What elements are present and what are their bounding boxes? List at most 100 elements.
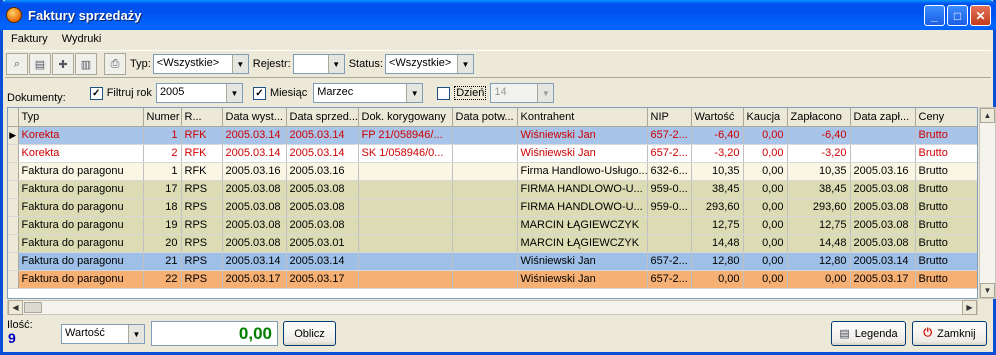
add-document-icon[interactable]: ✚ <box>52 53 74 75</box>
edit-document-icon[interactable]: ▤ <box>29 53 51 75</box>
column-header[interactable]: NIP <box>647 108 692 127</box>
dzien-checkbox[interactable] <box>437 86 451 100</box>
zamknij-button[interactable]: ⏻ Zamknij <box>912 321 987 346</box>
column-header[interactable]: R... <box>181 108 223 127</box>
minimize-button[interactable]: _ <box>924 5 945 26</box>
table-cell: 0,00 <box>743 198 788 217</box>
preview-icon[interactable]: ⌕ <box>6 53 28 75</box>
scroll-down-icon[interactable]: ▼ <box>980 283 995 298</box>
table-cell <box>452 252 518 271</box>
table-row[interactable]: Faktura do paragonu 1 RFK 2005.03.16 2005.03… <box>8 162 977 181</box>
row-indicator-header <box>8 108 19 127</box>
table-cell: Faktura do paragonu <box>18 234 144 253</box>
column-header[interactable]: Typ <box>18 108 144 127</box>
power-icon: ⏻ <box>923 327 933 339</box>
table-cell: 2005.03.08 <box>286 216 359 235</box>
filtruj-rok-checkbox[interactable]: ✓ <box>89 86 103 100</box>
table-cell <box>647 234 692 253</box>
scroll-right-icon[interactable]: ▶ <box>962 300 977 315</box>
table-cell <box>452 162 518 181</box>
rejestr-select[interactable]: ▼ <box>292 54 345 74</box>
column-header[interactable]: Numer <box>143 108 182 127</box>
row-indicator <box>8 252 19 271</box>
table-cell: 2005.03.14 <box>286 144 359 163</box>
table-cell <box>452 270 518 289</box>
table-cell: Wiśniewski Jan <box>517 144 648 163</box>
chevron-down-icon: ▼ <box>456 55 473 73</box>
table-cell: RFK <box>181 162 223 181</box>
table-cell <box>452 216 518 235</box>
menu-wydruki[interactable]: Wydruki <box>59 32 105 46</box>
table-cell: 2005.03.16 <box>850 162 916 181</box>
chevron-down-icon: ▼ <box>406 84 423 102</box>
table-cell: 38,45 <box>691 180 744 199</box>
rok-select[interactable]: 2005 ▼ <box>155 83 243 103</box>
table-cell: Brutto <box>915 216 977 235</box>
table-cell: Brutto <box>915 126 977 145</box>
table-cell <box>358 270 453 289</box>
column-header[interactable]: Data wyst... <box>222 108 287 127</box>
miesiac-checkbox[interactable]: ✓ <box>252 86 266 100</box>
scroll-thumb[interactable] <box>24 302 42 313</box>
maximize-button[interactable]: □ <box>947 5 968 26</box>
table-row[interactable]: Faktura do paragonu 22 RPS 2005.03.17 2005.0… <box>8 270 977 289</box>
column-header[interactable]: Data sprzed... <box>286 108 359 127</box>
column-header[interactable]: Data potw... <box>452 108 518 127</box>
status-select[interactable]: <Wszystkie> ▼ <box>384 54 474 74</box>
scroll-left-icon[interactable]: ◀ <box>8 300 23 315</box>
invoices-grid[interactable]: Typ Numer R... Data wyst... Data sprzed... Do… <box>7 107 978 299</box>
table-cell <box>850 126 916 145</box>
sum-value: 0,00 <box>151 321 278 346</box>
column-header[interactable]: Data zapł... <box>850 108 916 127</box>
table-cell: 19 <box>143 216 182 235</box>
printer-icon[interactable]: ⎙ <box>104 53 126 75</box>
table-row[interactable]: Faktura do paragonu 20 RPS 2005.03.08 2005.0… <box>8 234 977 253</box>
column-header[interactable]: Ceny <box>915 108 977 127</box>
table-cell: -6,40 <box>787 126 851 145</box>
dzien-select[interactable]: 14 ▼ <box>490 83 555 103</box>
row-indicator <box>8 162 19 181</box>
status-label: Status: <box>348 58 383 70</box>
table-row[interactable]: Korekta 2 RFK 2005.03.14 2005.03.14 SK 1/0589… <box>8 144 977 163</box>
table-row[interactable]: Faktura do paragonu 19 RPS 2005.03.08 2005.0… <box>8 216 977 235</box>
table-cell <box>358 252 453 271</box>
table-cell: 2005.03.08 <box>222 234 287 253</box>
horizontal-scrollbar[interactable]: ◀ ▶ <box>7 300 978 315</box>
scroll-up-icon[interactable]: ▲ <box>980 108 995 123</box>
table-cell: RPS <box>181 198 223 217</box>
column-header[interactable]: Kontrahent <box>517 108 648 127</box>
row-indicator <box>8 270 19 289</box>
table-cell: 0,00 <box>743 252 788 271</box>
legenda-button[interactable]: ▤ Legenda <box>831 321 906 346</box>
column-header[interactable]: Wartość <box>691 108 744 127</box>
table-row[interactable]: Faktura do paragonu 18 RPS 2005.03.08 2005.0… <box>8 198 977 217</box>
typ-select[interactable]: <Wszystkie> ▼ <box>152 54 249 74</box>
row-indicator <box>8 234 19 253</box>
table-cell: -3,20 <box>787 144 851 163</box>
table-cell: Korekta <box>18 144 144 163</box>
table-cell: 12,75 <box>691 216 744 235</box>
table-cell <box>358 234 453 253</box>
row-indicator <box>8 180 19 199</box>
aggregate-select[interactable]: Wartość ▼ <box>61 324 145 344</box>
close-button[interactable]: ✕ <box>970 5 991 26</box>
table-row[interactable]: Faktura do paragonu 17 RPS 2005.03.08 2005.0… <box>8 180 977 199</box>
table-cell: 2005.03.14 <box>222 252 287 271</box>
table-row[interactable]: ▶ Korekta 1 RFK 2005.03.14 2005.03.14 FP 21/05… <box>8 126 977 145</box>
oblicz-button[interactable]: Oblicz <box>283 321 336 346</box>
table-row[interactable]: Faktura do paragonu 21 RPS 2005.03.14 2005.0… <box>8 252 977 271</box>
column-header[interactable]: Kaucja <box>743 108 788 127</box>
column-header[interactable]: Zapłacono <box>787 108 851 127</box>
table-cell: 0,00 <box>743 180 788 199</box>
column-header[interactable]: Dok. korygowany <box>358 108 453 127</box>
vertical-scrollbar[interactable]: ▲ ▼ <box>979 107 996 299</box>
table-cell: 10,35 <box>691 162 744 181</box>
miesiac-select[interactable]: Marzec ▼ <box>313 83 424 103</box>
window-title: Faktury sprzedaży <box>28 7 142 23</box>
title-bar[interactable]: Faktury sprzedaży _ □ ✕ <box>0 0 996 30</box>
delete-document-icon[interactable]: ▥ <box>75 53 97 75</box>
table-cell: 17 <box>143 180 182 199</box>
table-cell: 22 <box>143 270 182 289</box>
table-cell: 2005.03.08 <box>222 180 287 199</box>
menu-faktury[interactable]: Faktury <box>8 32 51 46</box>
